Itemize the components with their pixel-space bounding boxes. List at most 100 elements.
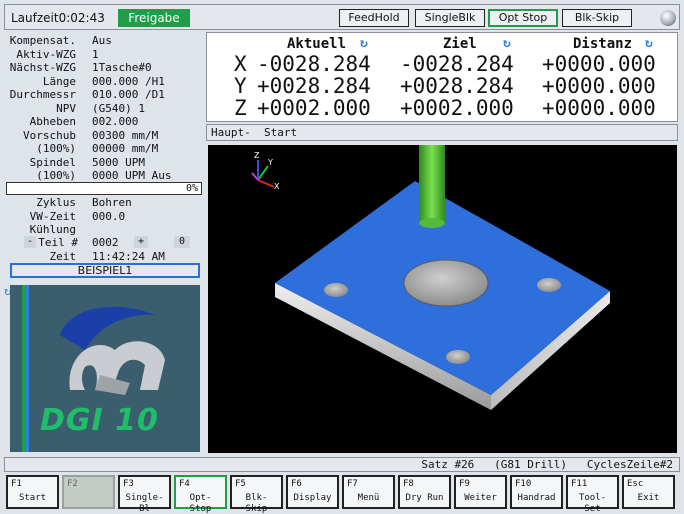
runtime-display: Laufzeit0:02:43 <box>11 11 105 25</box>
axis-z-label: Z <box>254 151 260 160</box>
program-progress-bar: 0% <box>6 182 202 195</box>
fkey-f8[interactable]: F8 Dry Run <box>398 475 451 509</box>
header-aktuell: Aktuell <box>287 36 347 52</box>
fkey-f1[interactable]: F1 Start <box>6 475 59 509</box>
part-preview: X Y Z <box>251 145 610 410</box>
fkey-f6[interactable]: F6 Display <box>286 475 339 509</box>
fkey-label: Handrad <box>517 493 556 503</box>
info-value: (G540) 1 <box>92 101 145 115</box>
axis-y-label: Y <box>267 158 273 167</box>
fkey-f5[interactable]: F5 Blk-Skip <box>230 475 283 514</box>
fkey-code: F9 <box>459 479 470 489</box>
info-value: 1 <box>92 47 99 61</box>
program-status-line: Haupt- Start <box>206 124 678 141</box>
info-row: Spindel 5000 UPM <box>4 156 204 169</box>
logo-emblem-icon <box>60 306 165 395</box>
info-row: Kompensat. Aus <box>4 34 204 47</box>
fkey-label: Menü <box>357 493 380 503</box>
progress-text: 0% <box>185 183 198 194</box>
globe-icon[interactable] <box>660 10 676 26</box>
info-label: Durchmessr <box>9 88 76 101</box>
cycle-label: Kühlung <box>29 223 76 236</box>
top-status-bar: Laufzeit0:02:43 Freigabe FeedHold Single… <box>4 4 680 30</box>
info-label: (100%) <box>36 142 76 155</box>
fkey-f10[interactable]: F10 Handrad <box>510 475 563 509</box>
ziel-value: +0002.000 <box>400 96 514 120</box>
cycle-row: VW-Zeit 000.0 <box>4 210 204 223</box>
part-plus-button[interactable]: + <box>134 236 148 248</box>
part-value: 0002 <box>92 236 119 249</box>
program-name-box[interactable]: BEISPIEL1 <box>10 263 200 278</box>
feedhold-button[interactable]: FeedHold <box>339 9 409 27</box>
info-row: Vorschub 00300 mm/M <box>4 129 204 142</box>
info-row: NPV (G540) 1 <box>4 102 204 115</box>
blkskip-button[interactable]: Blk-Skip <box>562 9 632 27</box>
fkey-label: Display <box>293 493 332 503</box>
ziel-value: -0028.284 <box>400 52 514 76</box>
axis-row-x: X -0028.284 -0028.284 +0000.000 <box>207 53 679 75</box>
header-distanz: Distanz <box>573 36 633 52</box>
info-row: Durchmessr 010.000 /D1 <box>4 88 204 101</box>
header-ziel: Ziel <box>443 36 477 52</box>
part-reset-button[interactable]: 0 <box>174 236 190 248</box>
info-label: Aktiv-WZG <box>16 47 76 61</box>
refresh-icon[interactable]: ↻ <box>360 36 368 51</box>
aktuell-value: -0028.284 <box>257 52 371 76</box>
fkey-code: F4 <box>179 479 190 489</box>
info-row: Länge 000.000 /H1 <box>4 75 204 88</box>
distanz-value: +0000.000 <box>542 52 656 76</box>
axis-letter: Z <box>234 96 247 120</box>
info-value: 1Tasche#0 <box>92 61 152 74</box>
cycle-value: 000.0 <box>92 209 126 223</box>
info-row: Abheben 002.000 <box>4 115 204 128</box>
fkey-label: Single-Bl <box>125 493 164 514</box>
info-row: Nächst-WZG 1Tasche#0 <box>4 61 204 74</box>
fkey-code: F7 <box>347 479 358 489</box>
aktuell-value: +0028.284 <box>257 74 371 98</box>
logo-stripe-blue <box>26 285 29 452</box>
info-label: Abheben <box>29 115 76 128</box>
fkey-code: F8 <box>403 479 414 489</box>
refresh-icon[interactable]: ↻ <box>503 36 511 51</box>
info-value: 00000 mm/M <box>92 142 159 155</box>
aktuell-value: +0002.000 <box>257 96 371 120</box>
optstop-button[interactable]: Opt Stop <box>488 9 558 27</box>
info-label: Nächst-WZG <box>9 61 76 74</box>
fkey-f9[interactable]: F9 Weiter <box>454 475 507 509</box>
toolpath-viewport[interactable]: X Y Z <box>208 145 677 453</box>
part-label: Teil # <box>38 236 78 249</box>
info-value: 5000 UPM <box>92 155 145 169</box>
time-value: 11:42:24 AM <box>92 250 165 263</box>
fkey-code: F6 <box>291 479 302 489</box>
singleblk-button[interactable]: SingleBlk <box>415 9 485 27</box>
fkey-f7[interactable]: F7 Menü <box>342 475 395 509</box>
axis-row-y: Y +0028.284 +0028.284 +0000.000 <box>207 75 679 97</box>
info-value: 00300 mm/M <box>92 128 159 142</box>
fkey-f3[interactable]: F3 Single-Bl <box>118 475 171 514</box>
info-label: NPV <box>56 101 76 115</box>
status-badge: Freigabe <box>118 9 190 27</box>
info-label: Spindel <box>29 155 76 169</box>
fkey-f11[interactable]: F11 Tool-Set <box>566 475 619 514</box>
fkey-esc[interactable]: Esc Exit <box>622 475 675 509</box>
cycle-row: Zyklus Bohren <box>4 196 204 209</box>
refresh-icon[interactable]: ↻ <box>645 36 653 51</box>
fkey-label: Weiter <box>464 493 497 503</box>
info-label: (100%) <box>36 169 76 182</box>
info-value: 010.000 /D1 <box>92 88 165 101</box>
fkey-label: Dry Run <box>405 493 444 503</box>
fkey-label: Opt-Stop <box>189 493 212 514</box>
info-value: Aus <box>92 34 112 47</box>
info-label: Kompensat. <box>9 34 76 47</box>
part-minus-button[interactable]: - <box>24 236 36 248</box>
time-label: Zeit <box>49 250 77 263</box>
fkey-code: F3 <box>123 479 134 489</box>
runtime-value: 0:02:43 <box>58 11 105 25</box>
fkey-label: Blk-Skip <box>245 493 268 514</box>
cycle-value: Bohren <box>92 196 132 209</box>
info-row: (100%) 00000 mm/M <box>4 142 204 155</box>
info-label: Länge <box>42 74 76 88</box>
fkey-f2[interactable]: F2 <box>62 475 115 509</box>
fkey-code: F11 <box>571 479 588 489</box>
fkey-f4[interactable]: F4 Opt-Stop <box>174 475 227 514</box>
